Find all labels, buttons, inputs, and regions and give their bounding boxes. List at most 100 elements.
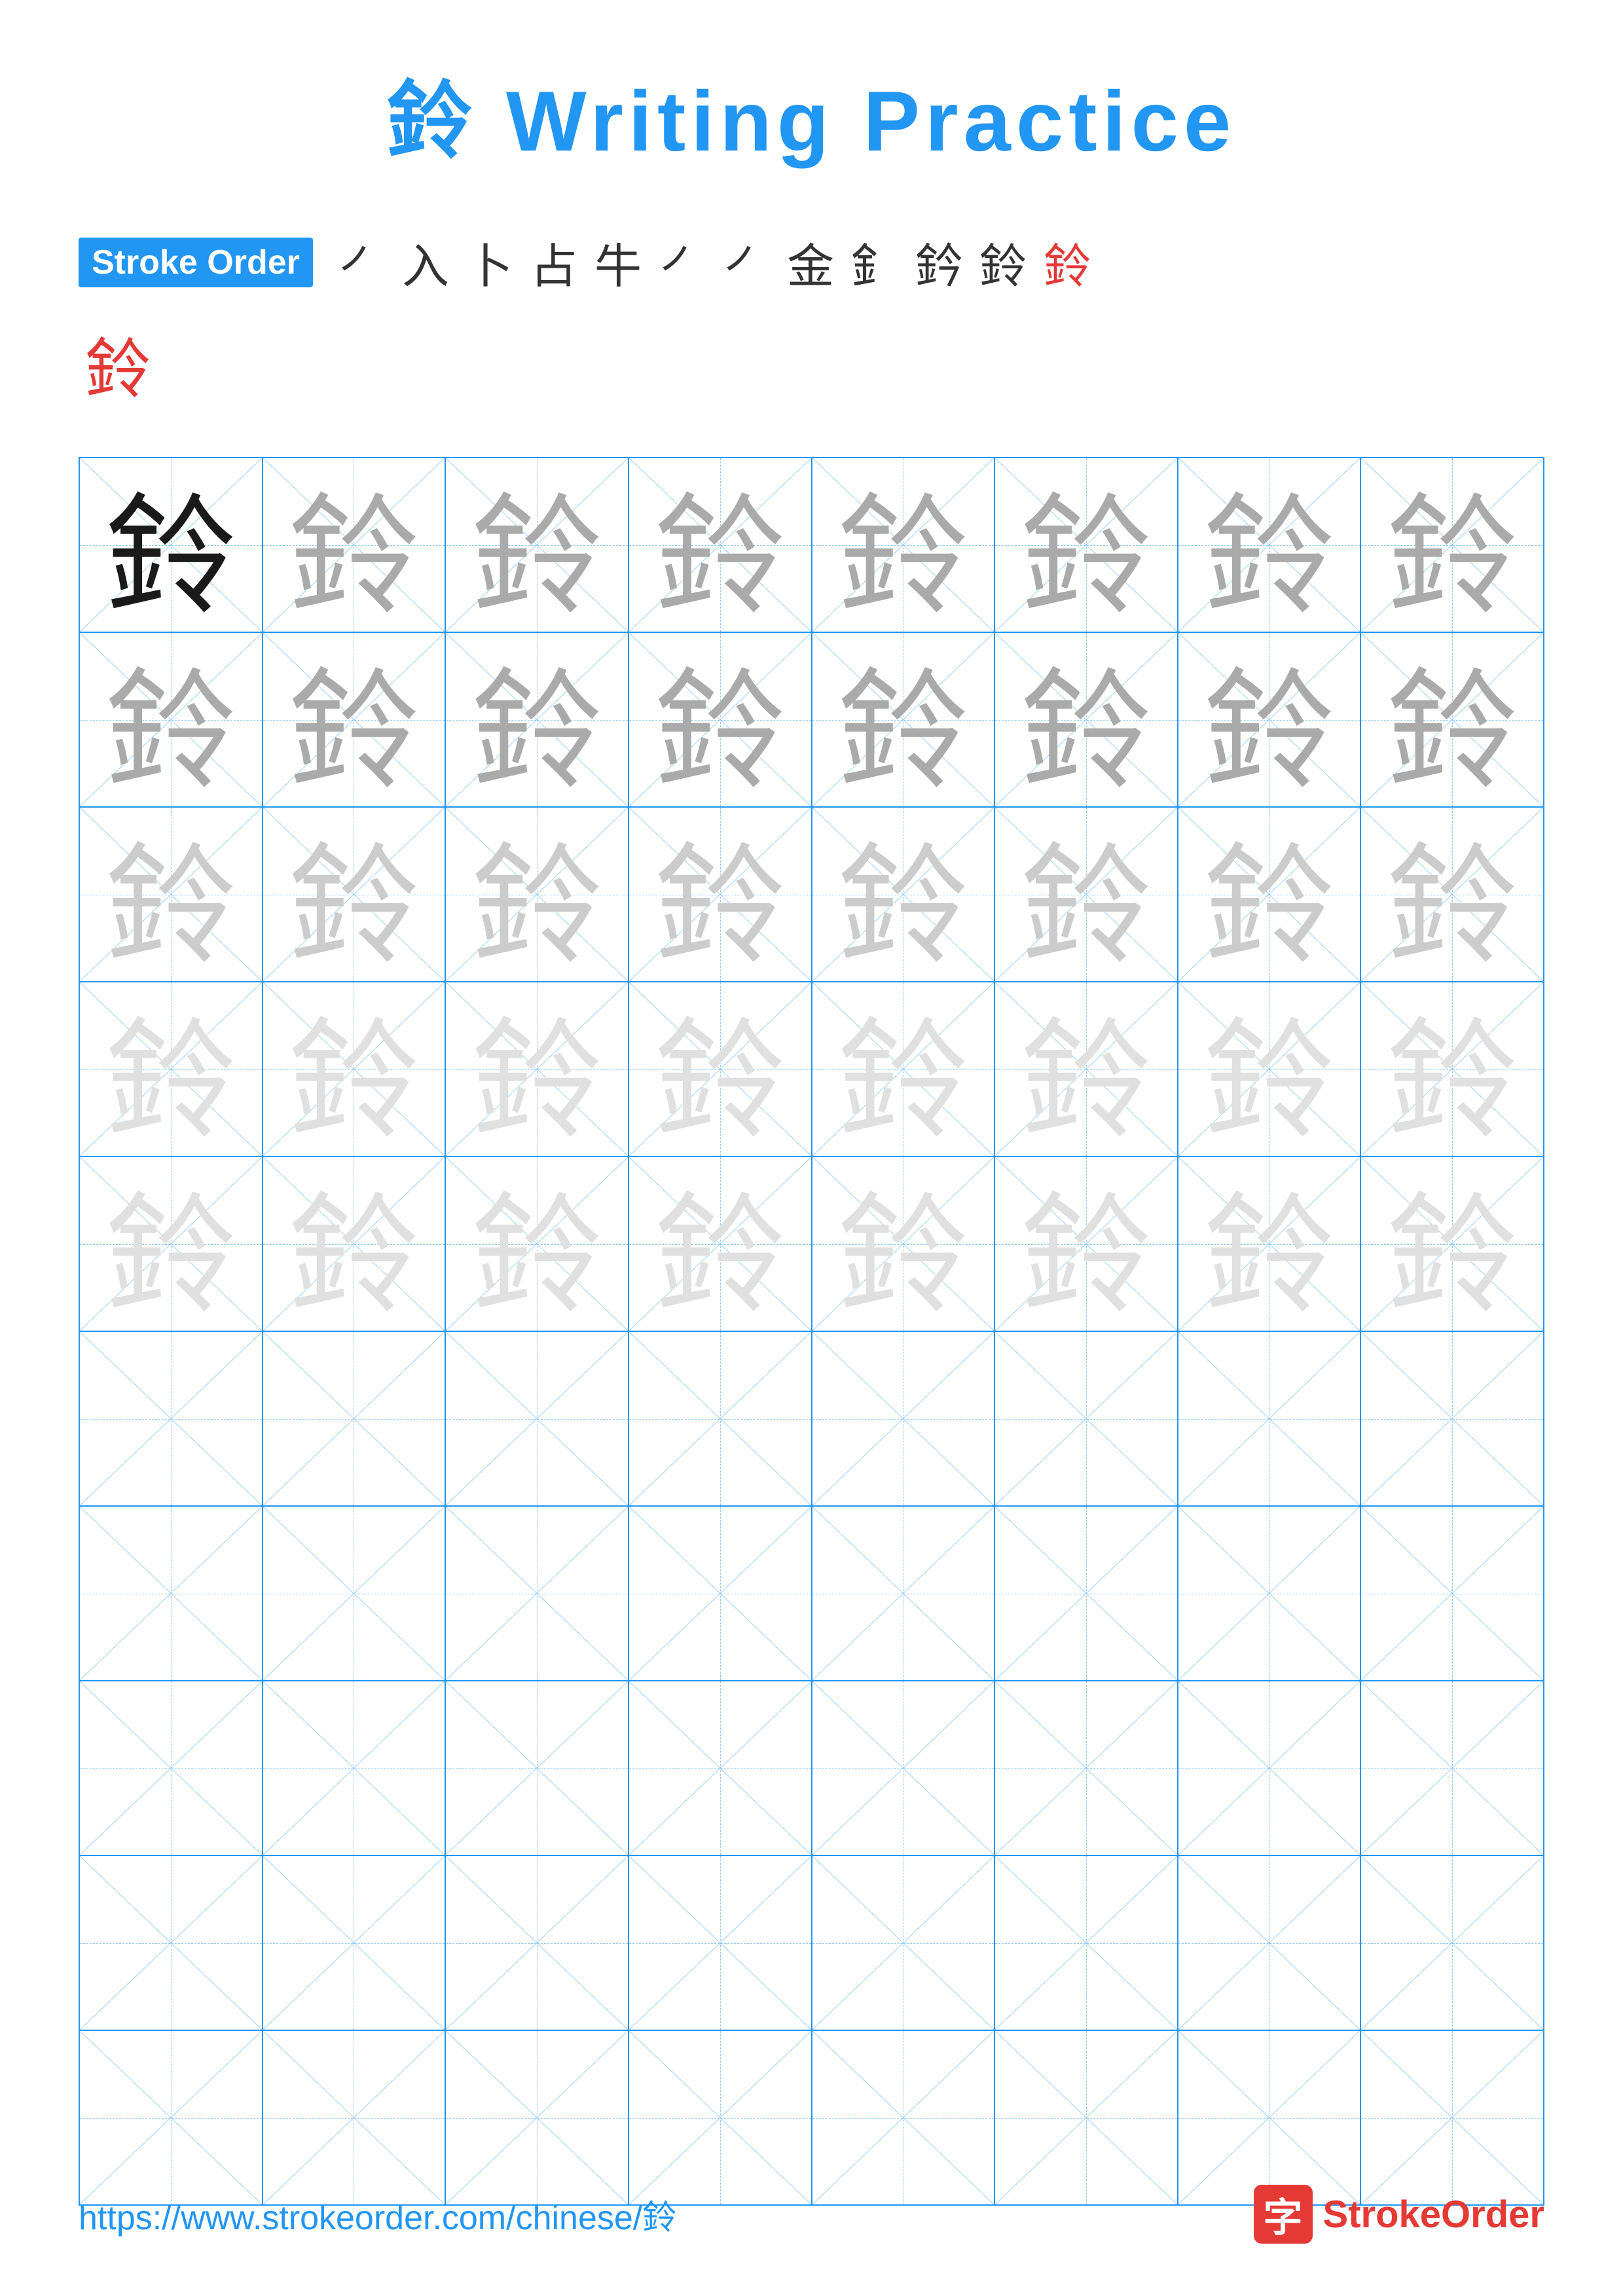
cell-9-6[interactable] (995, 1856, 1178, 2030)
grid-row-4: 鈴 鈴 鈴 鈴 鈴 (80, 982, 1543, 1157)
cell-3-8[interactable]: 鈴 (1361, 808, 1543, 981)
cell-1-2[interactable]: 鈴 (263, 458, 447, 632)
char-4-8: 鈴 (1387, 975, 1518, 1164)
cell-3-6[interactable]: 鈴 (995, 808, 1178, 981)
cell-9-7[interactable] (1178, 1856, 1362, 2030)
char-2-8: 鈴 (1387, 625, 1518, 815)
logo-text-order: Order (1441, 2193, 1544, 2236)
cell-8-8[interactable] (1361, 1681, 1543, 1855)
cell-3-1[interactable]: 鈴 (80, 808, 263, 981)
cell-9-1[interactable] (80, 1856, 263, 2030)
cell-10-2[interactable] (263, 2031, 447, 2204)
cell-2-3[interactable]: 鈴 (446, 633, 629, 806)
cell-1-6[interactable]: 鈴 (995, 458, 1178, 632)
cell-8-7[interactable] (1178, 1681, 1362, 1855)
cell-8-1[interactable] (80, 1681, 263, 1855)
cell-7-4[interactable] (629, 1507, 812, 1680)
cell-1-3[interactable]: 鈴 (446, 458, 629, 632)
cell-8-6[interactable] (995, 1681, 1178, 1855)
cell-3-3[interactable]: 鈴 (446, 808, 629, 981)
cell-2-1[interactable]: 鈴 (80, 633, 263, 806)
cell-8-5[interactable] (812, 1681, 996, 1855)
cell-9-2[interactable] (263, 1856, 447, 2030)
cell-7-3[interactable] (446, 1507, 629, 1680)
cell-2-4[interactable]: 鈴 (629, 633, 812, 806)
cell-10-1[interactable] (80, 2031, 263, 2204)
cell-7-7[interactable] (1178, 1507, 1362, 1680)
cell-3-5[interactable]: 鈴 (812, 808, 996, 981)
char-5-2: 鈴 (288, 1149, 419, 1339)
cell-8-3[interactable] (446, 1681, 629, 1855)
stroke-3: 卜 (466, 228, 513, 296)
cell-1-7[interactable]: 鈴 (1178, 458, 1362, 632)
cell-3-7[interactable]: 鈴 (1178, 808, 1362, 981)
cell-3-2[interactable]: 鈴 (263, 808, 447, 981)
cell-1-5[interactable]: 鈴 (812, 458, 996, 632)
char-4-6: 鈴 (1021, 975, 1152, 1164)
cell-10-6[interactable] (995, 2031, 1178, 2204)
cell-4-4[interactable]: 鈴 (629, 982, 812, 1156)
cell-9-3[interactable] (446, 1856, 629, 2030)
cell-5-6[interactable]: 鈴 (995, 1157, 1178, 1331)
cell-2-6[interactable]: 鈴 (995, 633, 1178, 806)
cell-7-2[interactable] (263, 1507, 447, 1680)
cell-4-2[interactable]: 鈴 (263, 982, 447, 1156)
final-char: 鈴 (85, 316, 151, 411)
cell-6-3[interactable] (446, 1332, 629, 1505)
cell-5-8[interactable]: 鈴 (1361, 1157, 1543, 1331)
cell-6-2[interactable] (263, 1332, 447, 1505)
cell-6-8[interactable] (1361, 1332, 1543, 1505)
cell-5-3[interactable]: 鈴 (446, 1157, 629, 1331)
cell-2-5[interactable]: 鈴 (812, 633, 996, 806)
char-1-7: 鈴 (1204, 450, 1335, 640)
cell-4-8[interactable]: 鈴 (1361, 982, 1543, 1156)
stroke-5: 牛 (594, 228, 642, 296)
cell-1-1[interactable]: 鈴 (80, 458, 263, 632)
char-1-5: 鈴 (837, 450, 968, 640)
cell-7-1[interactable] (80, 1507, 263, 1680)
cell-3-4[interactable]: 鈴 (629, 808, 812, 981)
char-4-3: 鈴 (471, 975, 602, 1164)
cell-10-5[interactable] (812, 2031, 996, 2204)
cell-4-1[interactable]: 鈴 (80, 982, 263, 1156)
cell-10-7[interactable] (1178, 2031, 1362, 2204)
stroke-6: ㇒ (659, 228, 706, 296)
char-2-4: 鈴 (655, 625, 786, 815)
cell-9-4[interactable] (629, 1856, 812, 2030)
cell-5-2[interactable]: 鈴 (263, 1157, 447, 1331)
cell-9-5[interactable] (812, 1856, 996, 2030)
cell-4-7[interactable]: 鈴 (1178, 982, 1362, 1156)
cell-1-8[interactable]: 鈴 (1361, 458, 1543, 632)
cell-5-4[interactable]: 鈴 (629, 1157, 812, 1331)
footer-logo: 字 StrokeOrder (1254, 2185, 1544, 2244)
cell-8-4[interactable] (629, 1681, 812, 1855)
cell-6-5[interactable] (812, 1332, 996, 1505)
grid-row-10 (80, 2031, 1543, 2204)
cell-5-7[interactable]: 鈴 (1178, 1157, 1362, 1331)
char-5-8: 鈴 (1387, 1149, 1518, 1339)
cell-6-7[interactable] (1178, 1332, 1362, 1505)
cell-7-6[interactable] (995, 1507, 1178, 1680)
cell-6-6[interactable] (995, 1332, 1178, 1505)
cell-7-5[interactable] (812, 1507, 996, 1680)
cell-5-1[interactable]: 鈴 (80, 1157, 263, 1331)
char-1-4: 鈴 (655, 450, 786, 640)
cell-10-8[interactable] (1361, 2031, 1543, 2204)
footer-url[interactable]: https://www.strokeorder.com/chinese/鈴 (79, 2190, 676, 2239)
cell-8-2[interactable] (263, 1681, 447, 1855)
cell-4-3[interactable]: 鈴 (446, 982, 629, 1156)
cell-5-5[interactable]: 鈴 (812, 1157, 996, 1331)
cell-7-8[interactable] (1361, 1507, 1543, 1680)
cell-2-8[interactable]: 鈴 (1361, 633, 1543, 806)
cell-9-8[interactable] (1361, 1856, 1543, 2030)
cell-4-6[interactable]: 鈴 (995, 982, 1178, 1156)
cell-10-4[interactable] (629, 2031, 812, 2204)
cell-4-5[interactable]: 鈴 (812, 982, 996, 1156)
grid-row-5: 鈴 鈴 鈴 鈴 鈴 (80, 1157, 1543, 1332)
cell-2-2[interactable]: 鈴 (263, 633, 447, 806)
cell-2-7[interactable]: 鈴 (1178, 633, 1362, 806)
cell-10-3[interactable] (446, 2031, 629, 2204)
cell-6-4[interactable] (629, 1332, 812, 1505)
cell-6-1[interactable] (80, 1332, 263, 1505)
cell-1-4[interactable]: 鈴 (629, 458, 812, 632)
